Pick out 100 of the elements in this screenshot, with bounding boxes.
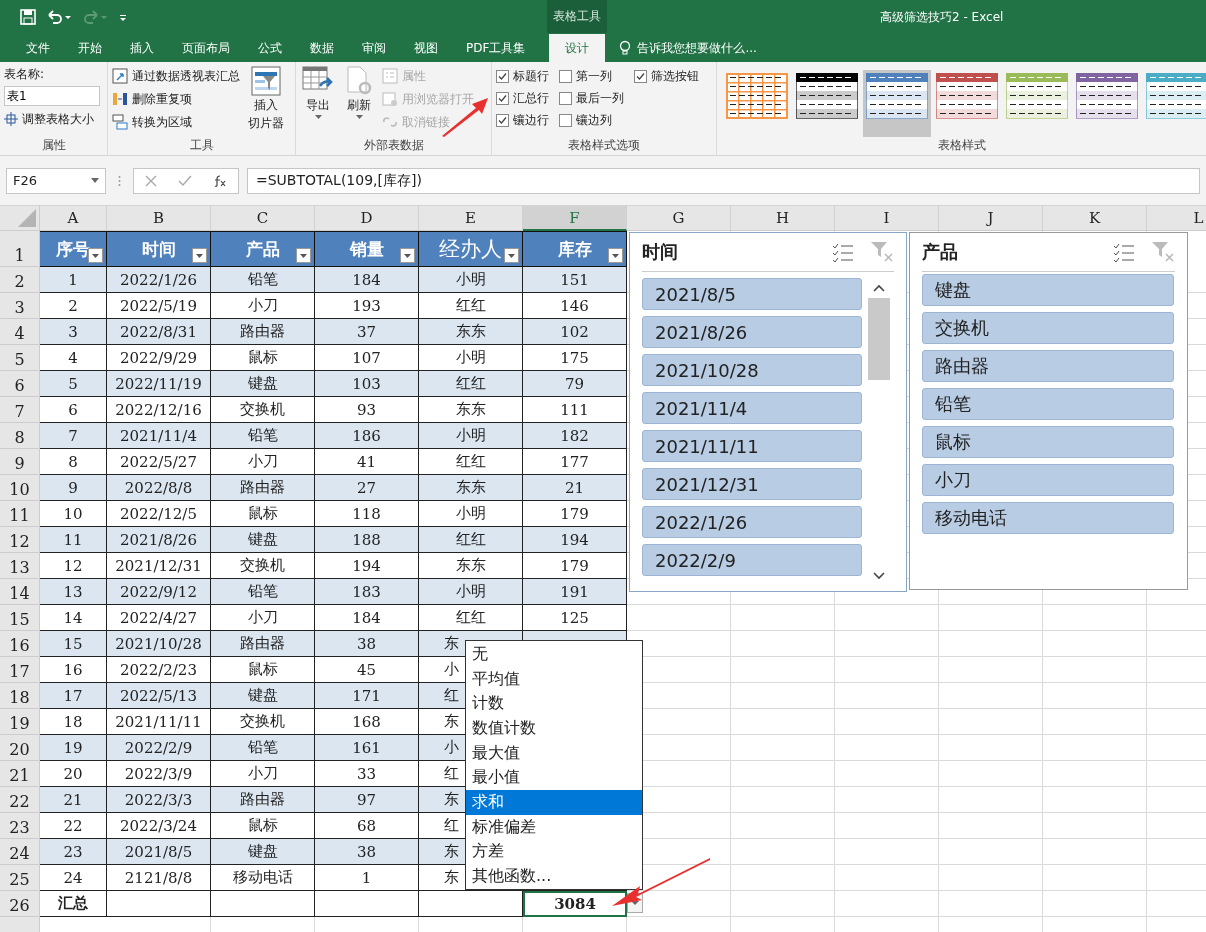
- style-option-checkbox[interactable]: 第一列: [559, 68, 624, 85]
- style-option-checkbox[interactable]: 最后一列: [559, 90, 624, 107]
- ribbon-tab[interactable]: 数据: [296, 34, 348, 62]
- row-header[interactable]: 10: [0, 475, 40, 501]
- row-header[interactable]: 9: [0, 449, 40, 475]
- slicer-item[interactable]: 路由器: [922, 350, 1174, 382]
- style-option-checkbox[interactable]: 镶边行: [496, 112, 549, 129]
- column-header[interactable]: J: [939, 206, 1043, 231]
- row-header[interactable]: 19: [0, 709, 40, 735]
- table-cell: 路由器: [211, 631, 315, 657]
- row-header[interactable]: 20: [0, 735, 40, 761]
- ribbon-tab[interactable]: 设计: [549, 34, 606, 62]
- table-cell: 鼠标: [211, 345, 315, 371]
- slicer-item[interactable]: 2021/11/4: [642, 392, 862, 424]
- style-option-checkbox[interactable]: 镶边列: [559, 112, 624, 129]
- row-header[interactable]: 1: [0, 231, 40, 267]
- tool-button[interactable]: 转换为区域: [112, 112, 240, 132]
- table-cell: 鼠标: [211, 501, 315, 527]
- menu-item[interactable]: 求和: [466, 790, 642, 815]
- row-header[interactable]: 14: [0, 579, 40, 605]
- style-option-checkbox[interactable]: 汇总行: [496, 90, 549, 107]
- slicer-item[interactable]: 移动电话: [922, 502, 1174, 534]
- row-header[interactable]: 23: [0, 813, 40, 839]
- column-header[interactable]: F: [523, 206, 627, 231]
- tell-me-field[interactable]: 告诉我您想要做什么...: [637, 39, 757, 57]
- row-header[interactable]: 7: [0, 397, 40, 423]
- ribbon-tab[interactable]: PDF工具集: [452, 34, 540, 62]
- column-header[interactable]: H: [731, 206, 835, 231]
- row-header[interactable]: 15: [0, 605, 40, 631]
- column-header[interactable]: G: [627, 206, 731, 231]
- table-cell: 2022/5/13: [107, 683, 211, 709]
- insert-slicer-button[interactable]: 插入 切片器: [246, 66, 286, 137]
- column-header[interactable]: B: [107, 206, 211, 231]
- tool-button[interactable]: 通过数据透视表汇总: [112, 66, 240, 86]
- ribbon-tab[interactable]: 插入: [116, 34, 168, 62]
- slicer-item[interactable]: 2021/8/5: [642, 278, 862, 310]
- ribbon-tab[interactable]: 审阅: [348, 34, 400, 62]
- table-cell: 20: [40, 761, 107, 787]
- slicer-item[interactable]: 2021/12/31: [642, 468, 862, 500]
- tool-button[interactable]: 删除重复项: [112, 89, 240, 109]
- row-header[interactable]: 26: [0, 891, 40, 917]
- slicer-item[interactable]: 2021/8/26: [642, 316, 862, 348]
- column-header[interactable]: D: [315, 206, 419, 231]
- row-header[interactable]: 24: [0, 839, 40, 865]
- row-header[interactable]: 11: [0, 501, 40, 527]
- row-header[interactable]: 13: [0, 553, 40, 579]
- table-cell: 键盘: [211, 371, 315, 397]
- ribbon-tab[interactable]: 文件: [12, 34, 64, 62]
- row-header[interactable]: 18: [0, 683, 40, 709]
- column-header[interactable]: E: [419, 206, 523, 231]
- table-cell: 移动电话: [211, 865, 315, 891]
- slicer-item[interactable]: 2021/10/28: [642, 354, 862, 386]
- ribbon-tab[interactable]: 页面布局: [168, 34, 244, 62]
- style-option-checkbox[interactable]: 标题行: [496, 68, 549, 85]
- table-cell: 21: [40, 787, 107, 813]
- row-header[interactable]: 16: [0, 631, 40, 657]
- row-header[interactable]: 25: [0, 865, 40, 891]
- column-header[interactable]: K: [1043, 206, 1147, 231]
- slicer-item[interactable]: 2022/2/9: [642, 544, 862, 576]
- slicer-item[interactable]: 2021/11/11: [642, 430, 862, 462]
- table-cell: 2022/4/27: [107, 605, 211, 631]
- slicer-item[interactable]: 2022/1/26: [642, 506, 862, 538]
- export-button[interactable]: 导出: [300, 66, 336, 137]
- row-header[interactable]: 17: [0, 657, 40, 683]
- row-header[interactable]: 4: [0, 319, 40, 345]
- table-cell: 汇总: [40, 891, 107, 917]
- table-header-cell: 库存: [523, 231, 627, 267]
- table-cell: 17: [40, 683, 107, 709]
- table-name-field[interactable]: 表1: [4, 86, 100, 106]
- table-cell: 103: [315, 371, 419, 397]
- ribbon-tab[interactable]: 公式: [244, 34, 296, 62]
- row-header[interactable]: 8: [0, 423, 40, 449]
- resize-table-button[interactable]: 调整表格大小: [4, 109, 103, 129]
- table-cell: 102: [523, 319, 627, 345]
- table-cell: 38: [315, 839, 419, 865]
- row-header[interactable]: 22: [0, 787, 40, 813]
- column-header[interactable]: I: [835, 206, 939, 231]
- table-cell: 186: [315, 423, 419, 449]
- ribbon-tab[interactable]: 视图: [400, 34, 452, 62]
- row-header[interactable]: 6: [0, 371, 40, 397]
- table-header-cell: 序号: [40, 231, 107, 267]
- row-header[interactable]: 5: [0, 345, 40, 371]
- row-header[interactable]: 3: [0, 293, 40, 319]
- formula-field[interactable]: =SUBTOTAL(109,[库存]): [247, 167, 1200, 194]
- row-header[interactable]: 21: [0, 761, 40, 787]
- slicer-item[interactable]: 小刀: [922, 464, 1174, 496]
- table-header-cell: 产品: [211, 231, 315, 267]
- row-header[interactable]: 2: [0, 267, 40, 293]
- slicer-item[interactable]: 鼠标: [922, 426, 1174, 458]
- row-header[interactable]: 12: [0, 527, 40, 553]
- refresh-button[interactable]: 刷新: [342, 66, 376, 137]
- slicer-item[interactable]: 键盘: [922, 274, 1174, 306]
- slicer-item[interactable]: 交换机: [922, 312, 1174, 344]
- column-header[interactable]: A: [40, 206, 107, 231]
- table-cell: 红红: [419, 527, 523, 553]
- name-box[interactable]: F26: [6, 167, 106, 194]
- style-option-checkbox[interactable]: 筛选按钮: [634, 68, 699, 85]
- column-header[interactable]: C: [211, 206, 315, 231]
- ribbon-tab[interactable]: 开始: [64, 34, 116, 62]
- slicer-item[interactable]: 铅笔: [922, 388, 1174, 420]
